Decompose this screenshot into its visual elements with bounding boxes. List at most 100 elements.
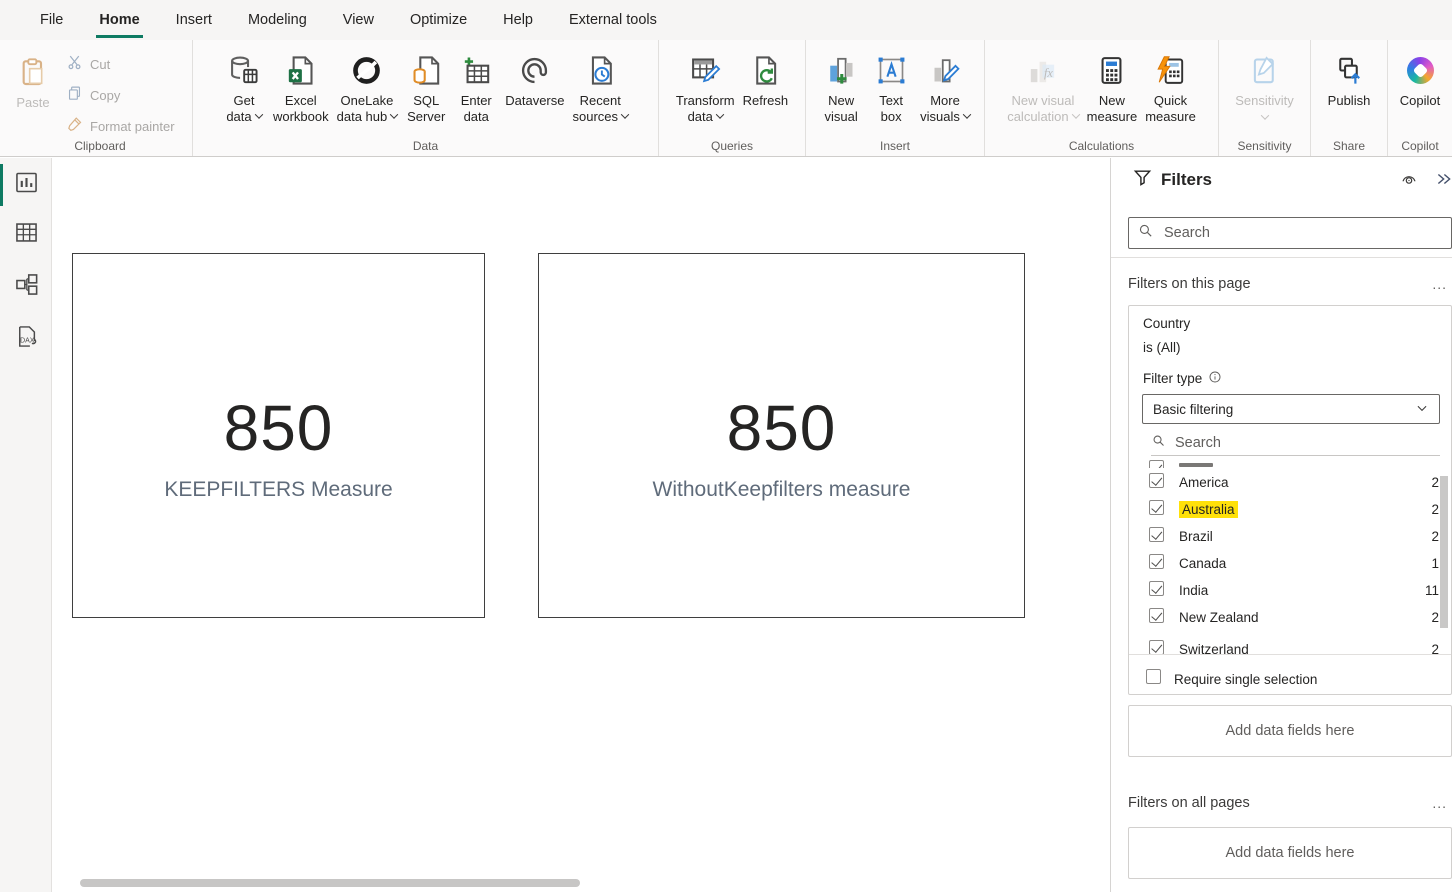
ribbon-group-label: Data xyxy=(193,139,658,153)
checkbox[interactable] xyxy=(1149,460,1164,468)
onelake-data-hub-button[interactable]: OneLake data hub xyxy=(333,47,402,126)
sidebar-item-table-view[interactable] xyxy=(0,212,52,258)
sensitivity-button[interactable]: Sensitivity xyxy=(1231,47,1298,120)
card-value: 850 xyxy=(224,396,334,460)
sql-server-button[interactable]: SQL Server xyxy=(401,47,451,126)
list-scrollbar[interactable] xyxy=(1440,476,1448,628)
all-filters-more-options[interactable]: ... xyxy=(1432,795,1447,811)
copilot-label: Copilot xyxy=(1400,93,1440,109)
excel-workbook-button[interactable]: Excel workbook xyxy=(269,47,333,126)
ribbon: Paste Cut Copy Format painter Clipboard xyxy=(0,40,1452,157)
add-data-fields-dropzone-all[interactable]: Add data fields here xyxy=(1128,827,1452,879)
page-filters-more-options[interactable]: ... xyxy=(1432,276,1447,292)
menu-optimize[interactable]: Optimize xyxy=(392,0,485,40)
sidebar-item-dax-query-view[interactable]: DAX xyxy=(0,316,52,362)
filter-values-list: America 2 Australia 2 Brazil 2 Canada 1 … xyxy=(1129,469,1452,654)
quick-measure-button[interactable]: Quick measure xyxy=(1141,47,1200,126)
checkbox-checked[interactable] xyxy=(1149,527,1164,542)
filter-values-search[interactable] xyxy=(1151,430,1440,456)
menu-home[interactable]: Home xyxy=(81,0,157,40)
checkbox-unchecked[interactable] xyxy=(1146,669,1161,684)
preview-eye-icon[interactable] xyxy=(1400,170,1418,193)
menu-modeling[interactable]: Modeling xyxy=(230,0,325,40)
new-measure-button[interactable]: New measure xyxy=(1083,47,1142,126)
menu-help[interactable]: Help xyxy=(485,0,551,40)
enter-data-icon xyxy=(460,47,493,93)
get-data-label: Get data xyxy=(226,93,261,126)
recent-sources-label: Recent sources xyxy=(572,93,628,126)
filters-search-box[interactable] xyxy=(1128,217,1452,249)
text-box-label: Text box xyxy=(879,93,903,126)
filter-type-dropdown[interactable]: Basic filtering xyxy=(1142,394,1440,424)
value-count: 2 xyxy=(1431,502,1439,517)
list-item-canada[interactable]: Canada 1 xyxy=(1129,550,1452,577)
ribbon-group-insert: New visual Text box More visuals Insert xyxy=(806,40,985,156)
require-single-selection-row[interactable]: Require single selection xyxy=(1129,664,1452,694)
label-text: Transform data xyxy=(676,93,735,124)
recent-sources-button[interactable]: Recent sources xyxy=(568,47,632,126)
svg-text:DAX: DAX xyxy=(20,338,35,345)
list-item-australia[interactable]: Australia 2 xyxy=(1129,496,1452,523)
format-painter-button[interactable]: Format painter xyxy=(66,112,175,140)
more-visuals-button[interactable]: More visuals xyxy=(916,47,974,126)
card-visual-withoutkeepfilters[interactable]: 850 WithoutKeepfilters measure xyxy=(538,253,1025,618)
publish-icon xyxy=(1332,47,1365,93)
filter-values-search-input[interactable] xyxy=(1175,435,1375,451)
new-visual-icon xyxy=(825,47,858,93)
list-item-switzerland[interactable]: Switzerland 2 xyxy=(1129,636,1452,654)
copilot-button[interactable]: Copilot xyxy=(1395,47,1445,109)
checkbox-checked[interactable] xyxy=(1149,640,1164,655)
text-box-button[interactable]: Text box xyxy=(866,47,916,126)
dataverse-button[interactable]: Dataverse xyxy=(501,47,568,109)
publish-label: Publish xyxy=(1328,93,1371,109)
menu-file[interactable]: File xyxy=(22,0,81,40)
enter-data-button[interactable]: Enter data xyxy=(451,47,501,126)
list-item-india[interactable]: India 11 xyxy=(1129,577,1452,604)
ribbon-group-data: Get data Excel workbook OneLake data hub… xyxy=(193,40,659,156)
quick-measure-label: Quick measure xyxy=(1145,93,1196,126)
menu-external-tools[interactable]: External tools xyxy=(551,0,675,40)
get-data-button[interactable]: Get data xyxy=(219,47,269,126)
info-icon[interactable] xyxy=(1208,370,1222,387)
value-count: 1 xyxy=(1431,556,1439,571)
enter-data-label: Enter data xyxy=(461,93,492,126)
format-painter-label: Format painter xyxy=(90,119,175,134)
collapse-pane-icon[interactable] xyxy=(1435,170,1452,193)
checkbox-checked[interactable] xyxy=(1149,581,1164,596)
value-label: America xyxy=(1179,475,1229,490)
sidebar-item-report-view[interactable] xyxy=(0,162,52,208)
list-item-brazil[interactable]: Brazil 2 xyxy=(1129,523,1452,550)
dropdown-chevron-icon xyxy=(963,111,971,119)
filter-funnel-icon xyxy=(1133,168,1152,192)
cut-button[interactable]: Cut xyxy=(66,50,175,78)
paste-button[interactable]: Paste xyxy=(8,40,58,140)
card-visual-keepfilters[interactable]: 850 KEEPFILTERS Measure xyxy=(72,253,485,618)
transform-data-button[interactable]: Transform data xyxy=(672,47,739,126)
label-text: Recent sources xyxy=(572,93,620,124)
search-input[interactable] xyxy=(1164,225,1364,241)
filters-on-page-label: Filters on this page xyxy=(1128,276,1251,292)
label-text: More visuals xyxy=(920,93,960,124)
menu-insert[interactable]: Insert xyxy=(158,0,230,40)
ribbon-group-label: Share xyxy=(1311,139,1387,153)
checkbox-checked[interactable] xyxy=(1149,473,1164,488)
checkbox-checked[interactable] xyxy=(1149,554,1164,569)
label-text: New visual calculation xyxy=(1007,93,1074,124)
list-item-america[interactable]: America 2 xyxy=(1129,469,1452,496)
publish-button[interactable]: Publish xyxy=(1324,47,1375,109)
new-visual-calculation-button[interactable]: fx New visual calculation xyxy=(1003,47,1082,126)
menu-view[interactable]: View xyxy=(325,0,392,40)
checkbox-checked[interactable] xyxy=(1149,608,1164,623)
value-label: India xyxy=(1179,583,1208,598)
sidebar-item-model-view[interactable] xyxy=(0,264,52,310)
checkbox-checked[interactable] xyxy=(1149,500,1164,515)
add-data-fields-dropzone-page[interactable]: Add data fields here xyxy=(1128,705,1452,757)
excel-workbook-label: Excel workbook xyxy=(273,93,329,126)
copy-button[interactable]: Copy xyxy=(66,81,175,109)
ribbon-group-sensitivity: Sensitivity Sensitivity xyxy=(1219,40,1311,156)
horizontal-scrollbar[interactable] xyxy=(80,879,580,887)
new-visual-button[interactable]: New visual xyxy=(816,47,866,126)
list-item-new-zealand[interactable]: New Zealand 2 xyxy=(1129,604,1452,631)
refresh-button[interactable]: Refresh xyxy=(739,47,793,109)
text-box-icon xyxy=(875,47,908,93)
